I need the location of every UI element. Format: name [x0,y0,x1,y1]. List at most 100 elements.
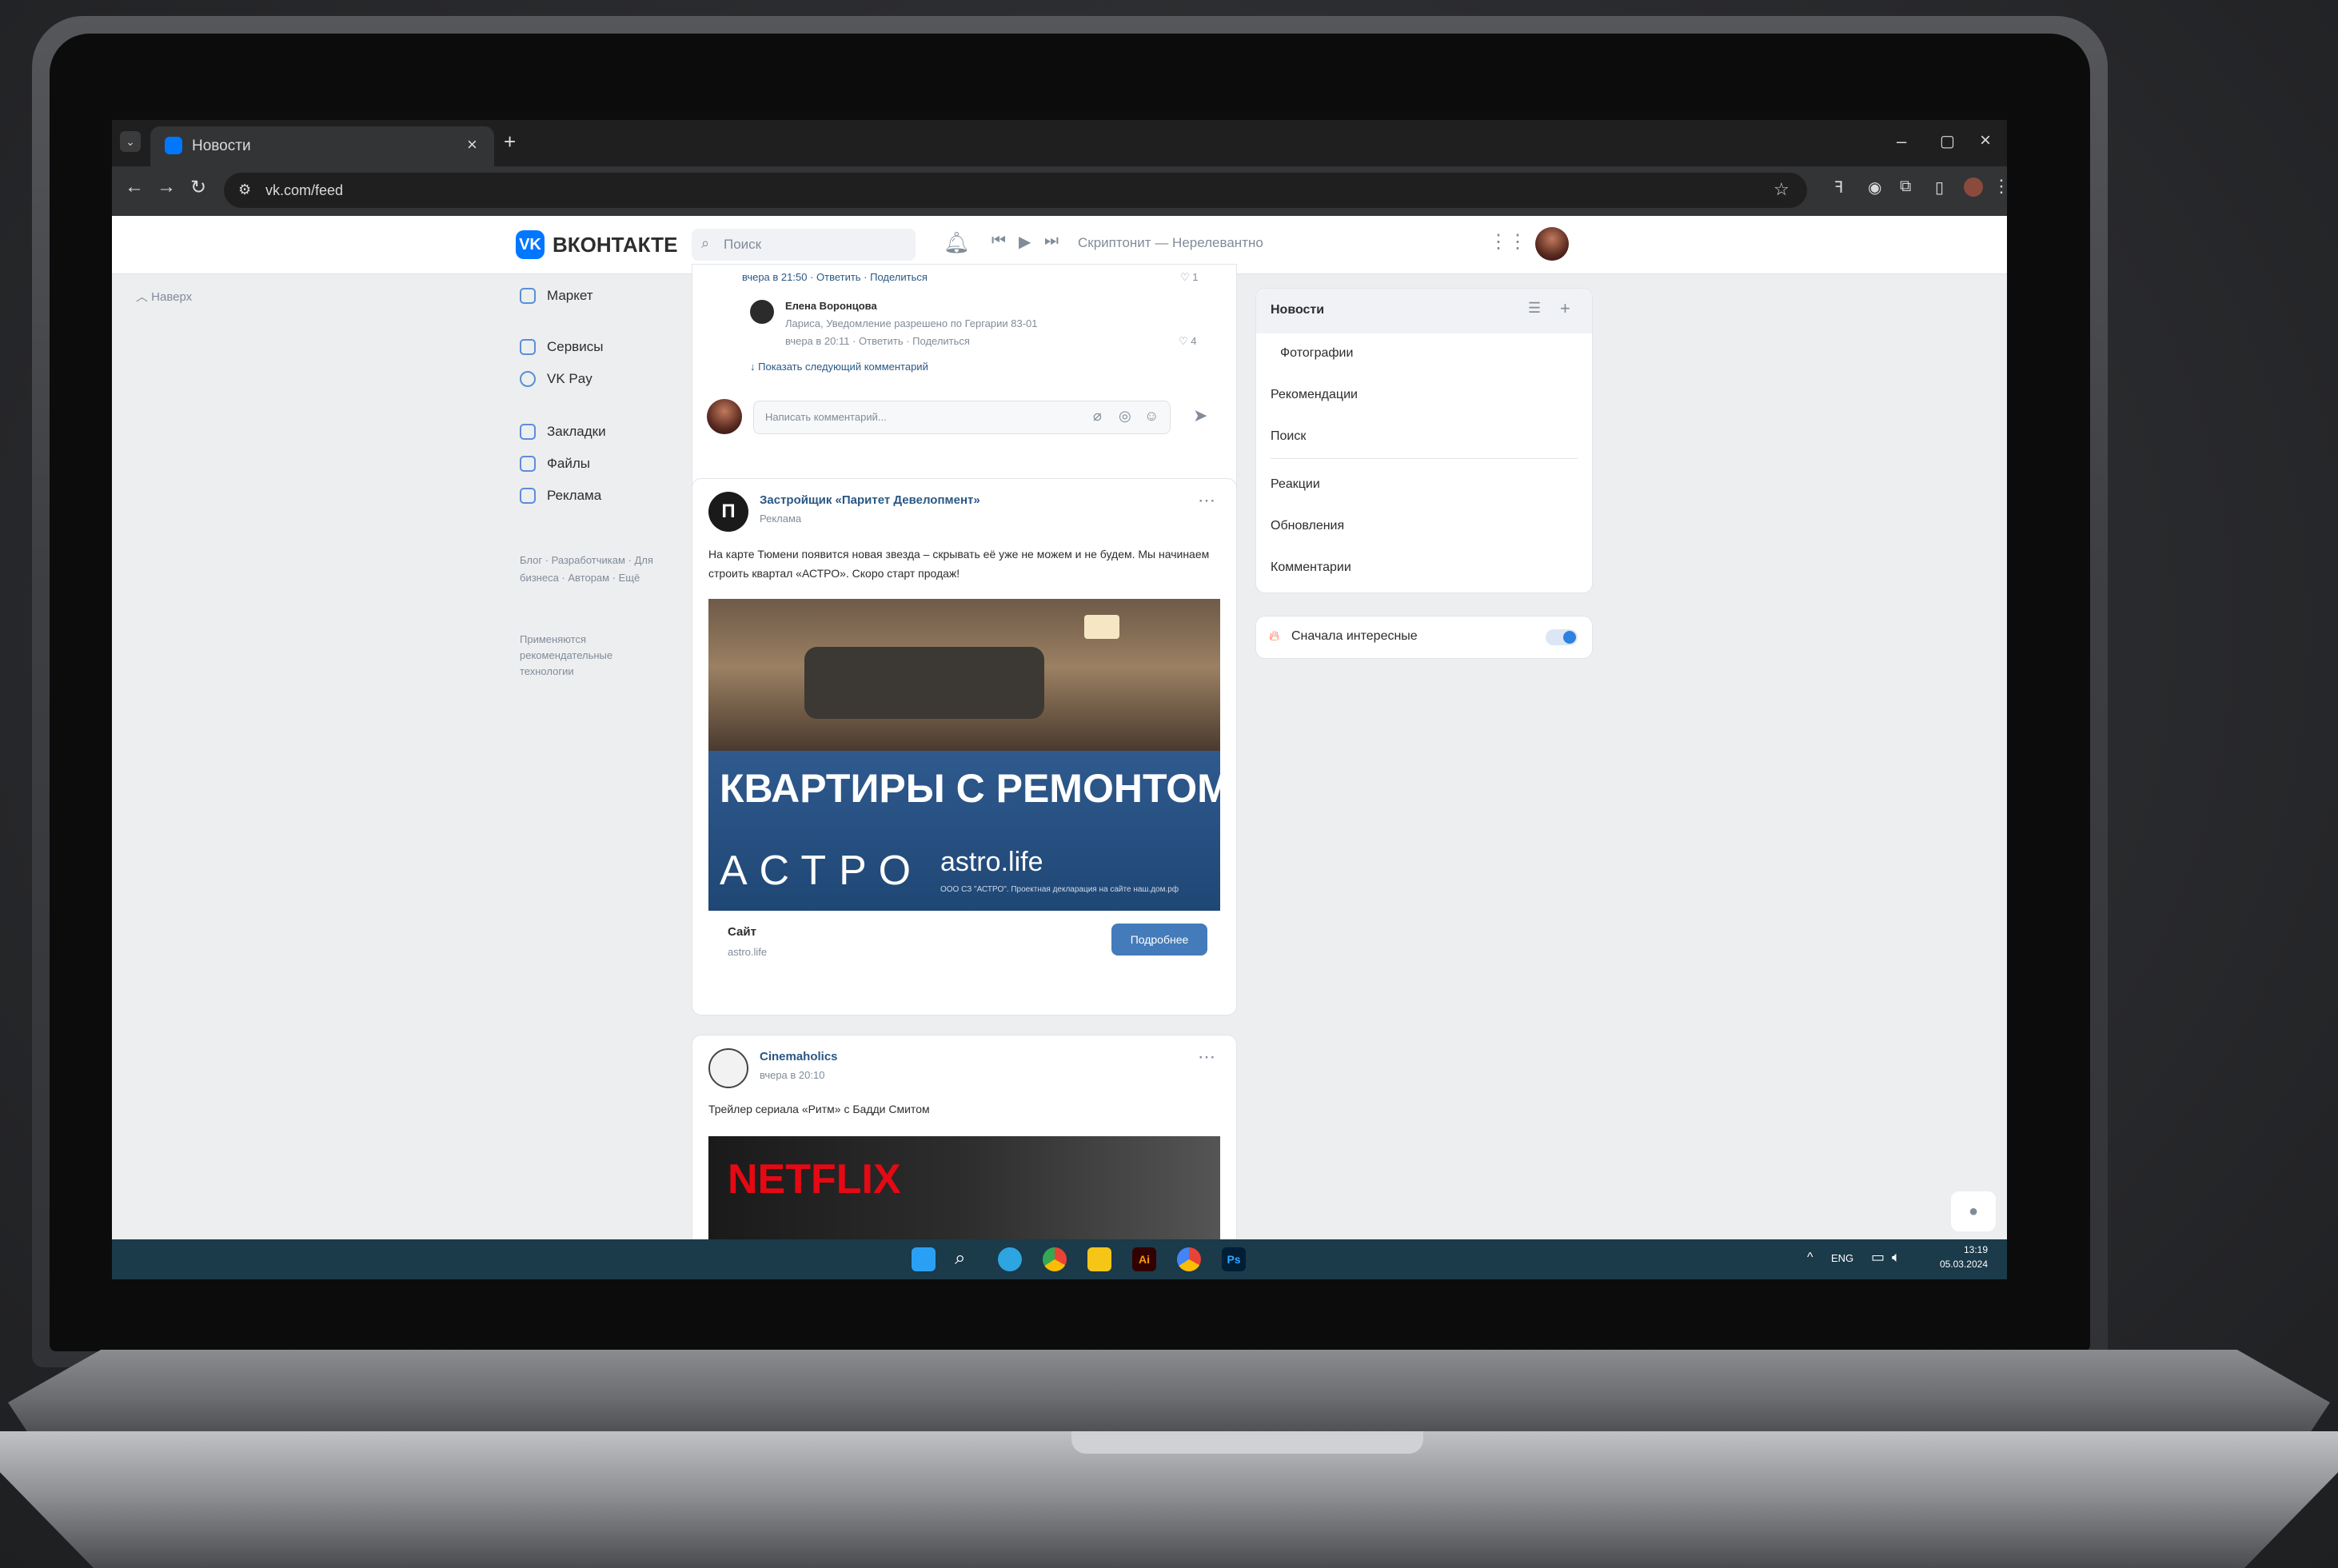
laptop-screen: ⌄ Новости × + – ▢ × ← → ↻ ⚙ vk.com/feed … [112,120,2007,1279]
filter-item-recommendations[interactable]: Рекомендации [1271,388,1358,402]
show-more-comments[interactable]: ↓ Показать следующий комментарий [750,361,928,373]
forward-icon[interactable]: → [157,176,176,198]
bookmark-star-icon[interactable]: ☆ [1773,179,1789,200]
extension-icon[interactable]: ꟻ [1834,178,1844,197]
chat-icon[interactable]: ● [1951,1191,1996,1231]
browser-tab-bar: ⌄ Новости × + – ▢ × [112,120,2007,166]
post-more-icon[interactable]: ⋯ [1198,1047,1215,1067]
sidebar-toggle-icon[interactable]: ▯ [1935,178,1944,197]
sidebar-item-bookmarks[interactable]: Закладки [520,424,606,440]
profile-avatar-icon[interactable] [1964,178,1983,197]
bell-icon[interactable]: 🔔︎ [944,230,970,255]
menu-icon[interactable]: ⋮ [1993,176,2007,197]
sidebar-footer-note: Применяются рекомендательные технологии [520,633,613,677]
vk-logo[interactable]: VK ВКОНТАКТЕ [516,230,677,259]
taskbar-search-icon[interactable]: ⌕ [955,1247,979,1271]
extension-2-icon[interactable]: ◉ [1868,178,1881,197]
filter-item-reactions[interactable]: Реакции [1271,477,1320,492]
url-text: vk.com/feed [265,182,344,198]
language-indicator[interactable]: ENG [1831,1252,1853,1264]
reload-icon[interactable]: ↻ [190,176,206,199]
ad-image[interactable]: КВАРТИРЫ С РЕМОНТОМ АСТРО astro.life ООО… [708,599,1220,911]
comment-placeholder: Написать комментарий... [765,411,887,423]
next-track-icon[interactable]: ⏭︎ [1044,232,1059,250]
ad-site: astro.life [940,847,1043,877]
post-author[interactable]: Застройщик «Паритет Девелопмент» [760,493,980,507]
previous-track-icon[interactable]: ⏮︎ [991,232,1006,250]
sidebar-item-market[interactable]: Маркет [520,288,593,304]
minimize-icon[interactable]: – [1897,131,1906,152]
back-icon[interactable]: ← [125,176,144,198]
tray-chevron-icon[interactable]: ^ [1807,1251,1813,1265]
filter-header-label: Новости [1271,303,1325,317]
filter-item-comments[interactable]: Комментарии [1271,561,1351,575]
ad-fineprint: ООО СЗ "АСТРО". Проектная декларация на … [940,885,1179,894]
reply-meta[interactable]: вчера в 20:11 · Ответить · Поделиться [785,335,970,347]
reply-avatar[interactable] [750,300,774,324]
filter-item-search[interactable]: Поиск [1271,429,1306,444]
maximize-icon[interactable]: ▢ [1940,131,1955,151]
illustrator-icon[interactable]: Ai [1132,1247,1156,1271]
developer-logo[interactable]: П [708,492,748,532]
sidebar-item-label: Закладки [547,424,606,439]
window-close-icon[interactable]: × [1980,130,1991,152]
lamp-shape [1084,615,1119,639]
details-button[interactable]: Подробнее [1111,924,1207,956]
windows-start-icon[interactable] [912,1247,936,1271]
sticker-icon[interactable]: ◎ [1119,408,1131,425]
comment-meta[interactable]: вчера в 21:50 · Ответить · Поделиться [742,271,928,283]
site-info-icon[interactable]: ⚙ [238,182,251,198]
sidebar-item-services[interactable]: Сервисы [520,339,603,355]
play-icon[interactable]: ▶ [1019,232,1031,252]
windows-taskbar: ⌕ Ai Ps ^ ENG ▭ 🔈︎ 13:19 05.03.2024 [112,1239,2007,1279]
filter-item-photos[interactable]: Фотографии [1280,346,1353,361]
address-bar[interactable]: ⚙ vk.com/feed ☆ [224,173,1807,208]
file-explorer-icon[interactable] [1087,1247,1111,1271]
sidebar-item-vkpay[interactable]: VK Pay [520,371,592,387]
vk-favicon-icon [165,137,182,154]
scroll-top-link[interactable]: ︿ Наверх [136,288,192,305]
tab-search-icon[interactable]: ⌄ [120,131,141,152]
volume-icon[interactable]: 🔈︎ [1892,1249,1901,1266]
extensions-puzzle-icon[interactable]: ⧉ [1900,178,1911,196]
telegram-icon[interactable] [998,1247,1022,1271]
interesting-first-toggle[interactable] [1546,629,1578,645]
search-input[interactable]: ⌕ Поиск [692,229,916,261]
post-more-icon[interactable]: ⋯ [1198,490,1215,511]
show-more-label: Показать следующий комментарий [758,361,928,373]
reply-like-button[interactable]: ♡ 4 [1179,335,1197,348]
reply-author[interactable]: Елена Воронцова [785,300,877,312]
clock-date[interactable]: 05.03.2024 [1932,1259,1988,1270]
attach-icon[interactable]: ⌀ [1093,408,1102,425]
new-tab-icon[interactable]: + [504,130,516,154]
chrome-2-icon[interactable] [1177,1247,1201,1271]
link-title[interactable]: Сайт [728,925,756,939]
emoji-icon[interactable]: ☺ [1144,408,1159,425]
filter-item-updates[interactable]: Обновления [1271,519,1344,533]
photoshop-icon[interactable]: Ps [1222,1247,1246,1271]
post-author[interactable]: Cinemaholics [760,1050,838,1063]
browser-tab[interactable]: Новости × [150,126,494,166]
network-icon[interactable]: ▭ [1871,1249,1885,1266]
filter-header[interactable]: Новости ☰ + [1256,289,1592,333]
sidebar-item-ads[interactable]: Реклама [520,488,601,504]
ad-brand: АСТРО [720,848,924,894]
sidebar-footer-links[interactable]: Блог · Разработчикам · Для бизнеса · Авт… [520,552,664,587]
sidebar-item-files[interactable]: Файлы [520,456,590,472]
send-icon[interactable]: ➤ [1193,405,1207,426]
player-track[interactable]: Скриптонит — Нерелевантно [1078,235,1263,251]
chrome-icon[interactable] [1043,1247,1067,1271]
comment-input[interactable]: Написать комментарий... ⌀ ◎ ☺ [753,401,1171,434]
tab-close-icon[interactable]: × [467,134,477,155]
comment-like-button[interactable]: ♡ 1 [1180,271,1199,284]
user-avatar[interactable] [1535,227,1569,261]
add-filter-icon[interactable]: + [1560,298,1570,319]
interesting-first-card: 🔥︎ Сначала интересные [1255,616,1593,659]
netflix-logo: NETFLIX [728,1156,901,1203]
link-domain[interactable]: astro.life [728,946,767,958]
clock-time[interactable]: 13:19 [1932,1244,1988,1255]
filter-settings-icon[interactable]: ☰ [1528,300,1541,317]
apps-grid-icon[interactable]: ⋮⋮ [1489,230,1527,253]
ad-headline: КВАРТИРЫ С РЕМОНТОМ [720,766,1220,811]
cinemaholics-logo[interactable] [708,1048,748,1088]
